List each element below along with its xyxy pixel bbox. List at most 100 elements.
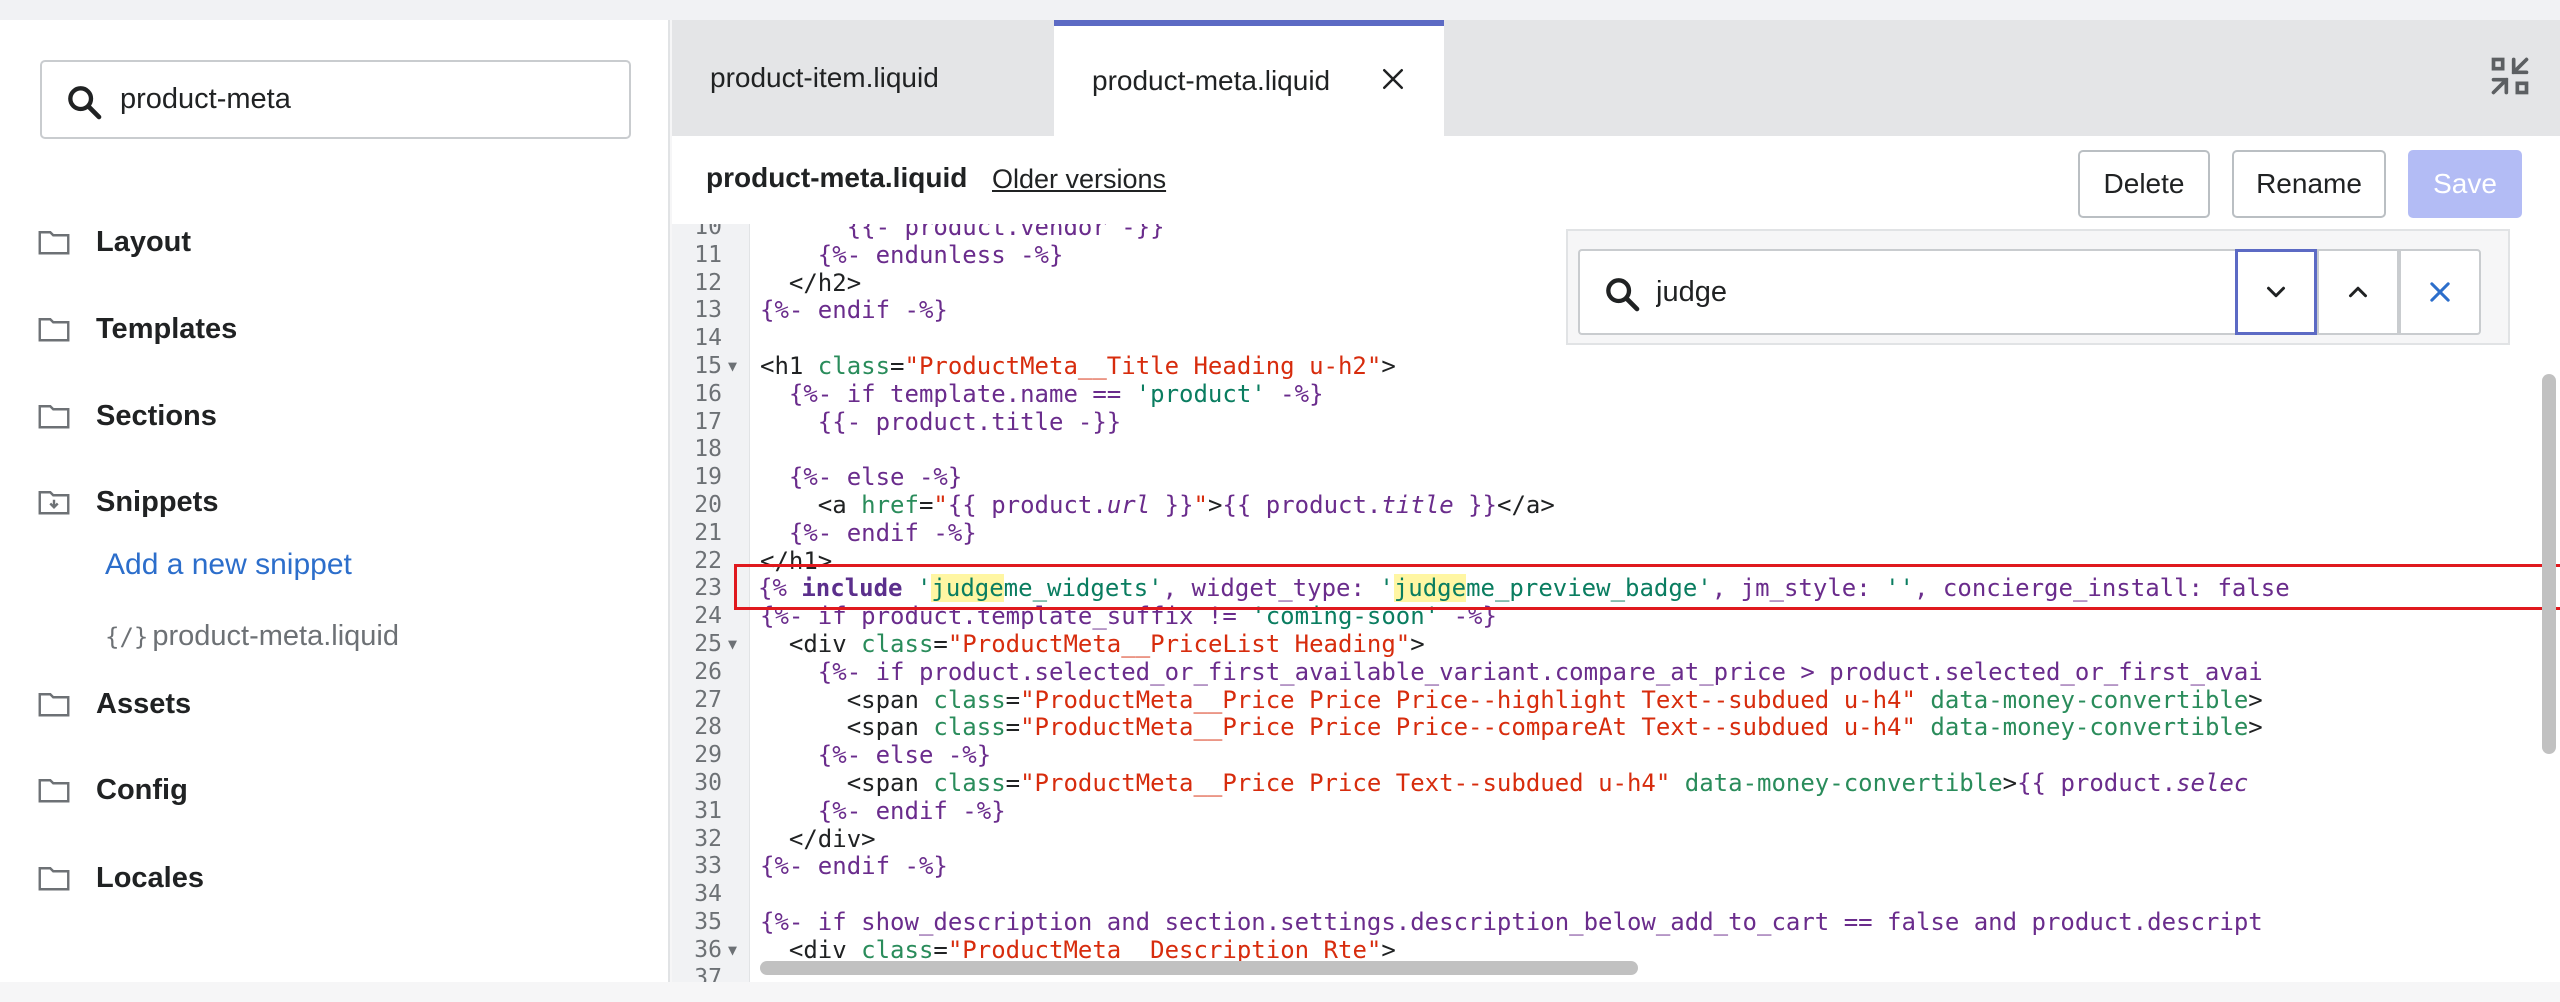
- line-number: 15: [694, 352, 722, 379]
- line-number: 21: [694, 519, 722, 546]
- line-number: 34: [694, 881, 722, 908]
- minimize-icon[interactable]: [2488, 54, 2532, 98]
- line-number: 30: [694, 769, 722, 796]
- vertical-scroll-thumb[interactable]: [2542, 374, 2556, 754]
- folder-icon: [38, 779, 70, 803]
- folder-icon: [38, 318, 70, 342]
- search-icon: [1606, 278, 1640, 312]
- editor-header: product-meta.liquid Older versions Delet…: [672, 136, 2560, 224]
- line-number: 19: [694, 464, 722, 491]
- close-find-button[interactable]: [2399, 249, 2481, 335]
- folder-sections[interactable]: Sections: [36, 391, 217, 441]
- code-line: 34: [672, 881, 2552, 909]
- folder-assets[interactable]: Assets: [36, 679, 191, 729]
- folder-label: Sections: [96, 399, 217, 432]
- folder-label: Locales: [96, 861, 204, 894]
- find-input-box[interactable]: [1578, 249, 2238, 335]
- older-versions-link[interactable]: Older versions: [992, 164, 1166, 195]
- folder-snippets[interactable]: Snippets: [36, 477, 218, 527]
- line-number: 32: [694, 825, 722, 852]
- line-number: 37: [694, 964, 722, 982]
- file-sidebar: Layout Templates Sections Snippets Add a…: [0, 20, 670, 982]
- tab-product-item[interactable]: product-item.liquid: [672, 20, 1052, 136]
- code-line: 33 {%- endif -%}: [672, 852, 2552, 881]
- line-number: 27: [694, 686, 722, 713]
- code-line: 35 {%- if show_description and section.se…: [672, 908, 2552, 937]
- line-number: 17: [694, 408, 722, 435]
- folder-templates[interactable]: Templates: [36, 304, 237, 354]
- folder-config[interactable]: Config: [36, 765, 188, 815]
- code-line: 32 </div>: [672, 825, 2552, 854]
- code-line: 27 <span class="ProductMeta__Price Price…: [672, 686, 2552, 715]
- file-search-box[interactable]: [40, 60, 631, 139]
- line-number: 10: [694, 224, 722, 240]
- tab-label: product-item.liquid: [710, 62, 939, 93]
- find-next-button[interactable]: [2235, 249, 2317, 335]
- code-line: 18: [672, 436, 2552, 464]
- line-number: 33: [694, 853, 722, 880]
- code-line: 28 <span class="ProductMeta__Price Price…: [672, 713, 2552, 742]
- delete-button[interactable]: Delete: [2078, 150, 2210, 218]
- folder-label: Snippets: [96, 485, 219, 518]
- folder-label: Config: [96, 773, 188, 806]
- code-line: 21 {%- endif -%}: [672, 519, 2552, 548]
- code-line: 25 ▼ <div class="ProductMeta__PriceList H…: [672, 630, 2552, 659]
- code-line: 26 {%- if product.selected_or_first_avai…: [672, 658, 2552, 687]
- folder-open-icon: [38, 491, 70, 515]
- close-tab-icon[interactable]: [1378, 64, 1408, 94]
- snippet-file-label: product-meta.liquid: [152, 620, 399, 652]
- file-search-input[interactable]: [120, 62, 610, 137]
- line-number: 23: [694, 575, 722, 602]
- code-line: 16 {%- if template.name == 'product' -%}: [672, 380, 2552, 409]
- line-number: 35: [694, 908, 722, 935]
- add-snippet-link[interactable]: Add a new snippet: [105, 548, 352, 582]
- horizontal-scrollbar[interactable]: [760, 958, 2538, 978]
- line-number: 12: [694, 269, 722, 296]
- code-line: 19 {%- else -%}: [672, 463, 2552, 492]
- line-number: 13: [694, 297, 722, 324]
- line-number: 31: [694, 797, 722, 824]
- liquid-file-icon: {/}: [105, 622, 149, 651]
- folder-icon: [38, 405, 70, 429]
- find-previous-button[interactable]: [2317, 249, 2399, 335]
- code-line: 30 <span class="ProductMeta__Price Price…: [672, 769, 2552, 798]
- rename-button[interactable]: Rename: [2232, 150, 2386, 218]
- code-line: 31 {%- endif -%}: [672, 797, 2552, 826]
- line-number: 24: [694, 603, 722, 630]
- folder-locales[interactable]: Locales: [36, 853, 204, 903]
- snippet-file-item[interactable]: {/} product-meta.liquid: [105, 620, 399, 653]
- line-number: 25: [694, 630, 722, 657]
- search-icon: [68, 86, 102, 120]
- horizontal-scroll-thumb[interactable]: [760, 961, 1638, 975]
- find-input[interactable]: [1656, 251, 2216, 333]
- line-number: 18: [694, 436, 722, 463]
- folder-label: Layout: [96, 225, 192, 258]
- close-icon: [2430, 282, 2450, 302]
- chevron-up-icon: [2349, 286, 2367, 298]
- folder-layout[interactable]: Layout: [36, 217, 191, 267]
- folder-icon: [38, 693, 70, 717]
- line-number: 29: [694, 742, 722, 769]
- line-number: 36: [694, 936, 722, 963]
- editor-tab-bar: product-item.liquid product-meta.liquid: [672, 20, 2560, 136]
- line-number: 14: [694, 325, 722, 352]
- file-title: product-meta.liquid: [706, 162, 968, 193]
- code-line: 17 {{- product.title -}}: [672, 408, 2552, 437]
- code-line: 15 ▼ <h1 class="ProductMeta__Title Heading…: [672, 352, 2552, 381]
- include-line-highlight-box: [734, 564, 2560, 610]
- line-number: 11: [694, 241, 722, 268]
- line-number: 22: [694, 547, 722, 574]
- chevron-down-icon: [2267, 286, 2285, 298]
- find-widget: [1566, 229, 2510, 345]
- tab-label: product-meta.liquid: [1092, 65, 1331, 96]
- folder-icon: [38, 867, 70, 891]
- top-strip: [0, 0, 2560, 20]
- folder-icon: [38, 231, 70, 255]
- tab-product-meta[interactable]: product-meta.liquid: [1054, 20, 1444, 136]
- line-number: 28: [694, 714, 722, 741]
- save-button[interactable]: Save: [2408, 150, 2522, 218]
- folder-label: Templates: [96, 312, 238, 345]
- line-number: 26: [694, 658, 722, 685]
- folder-label: Assets: [96, 687, 192, 720]
- code-line: 20 <a href="{{ product.url }}">{{ produc…: [672, 491, 2552, 520]
